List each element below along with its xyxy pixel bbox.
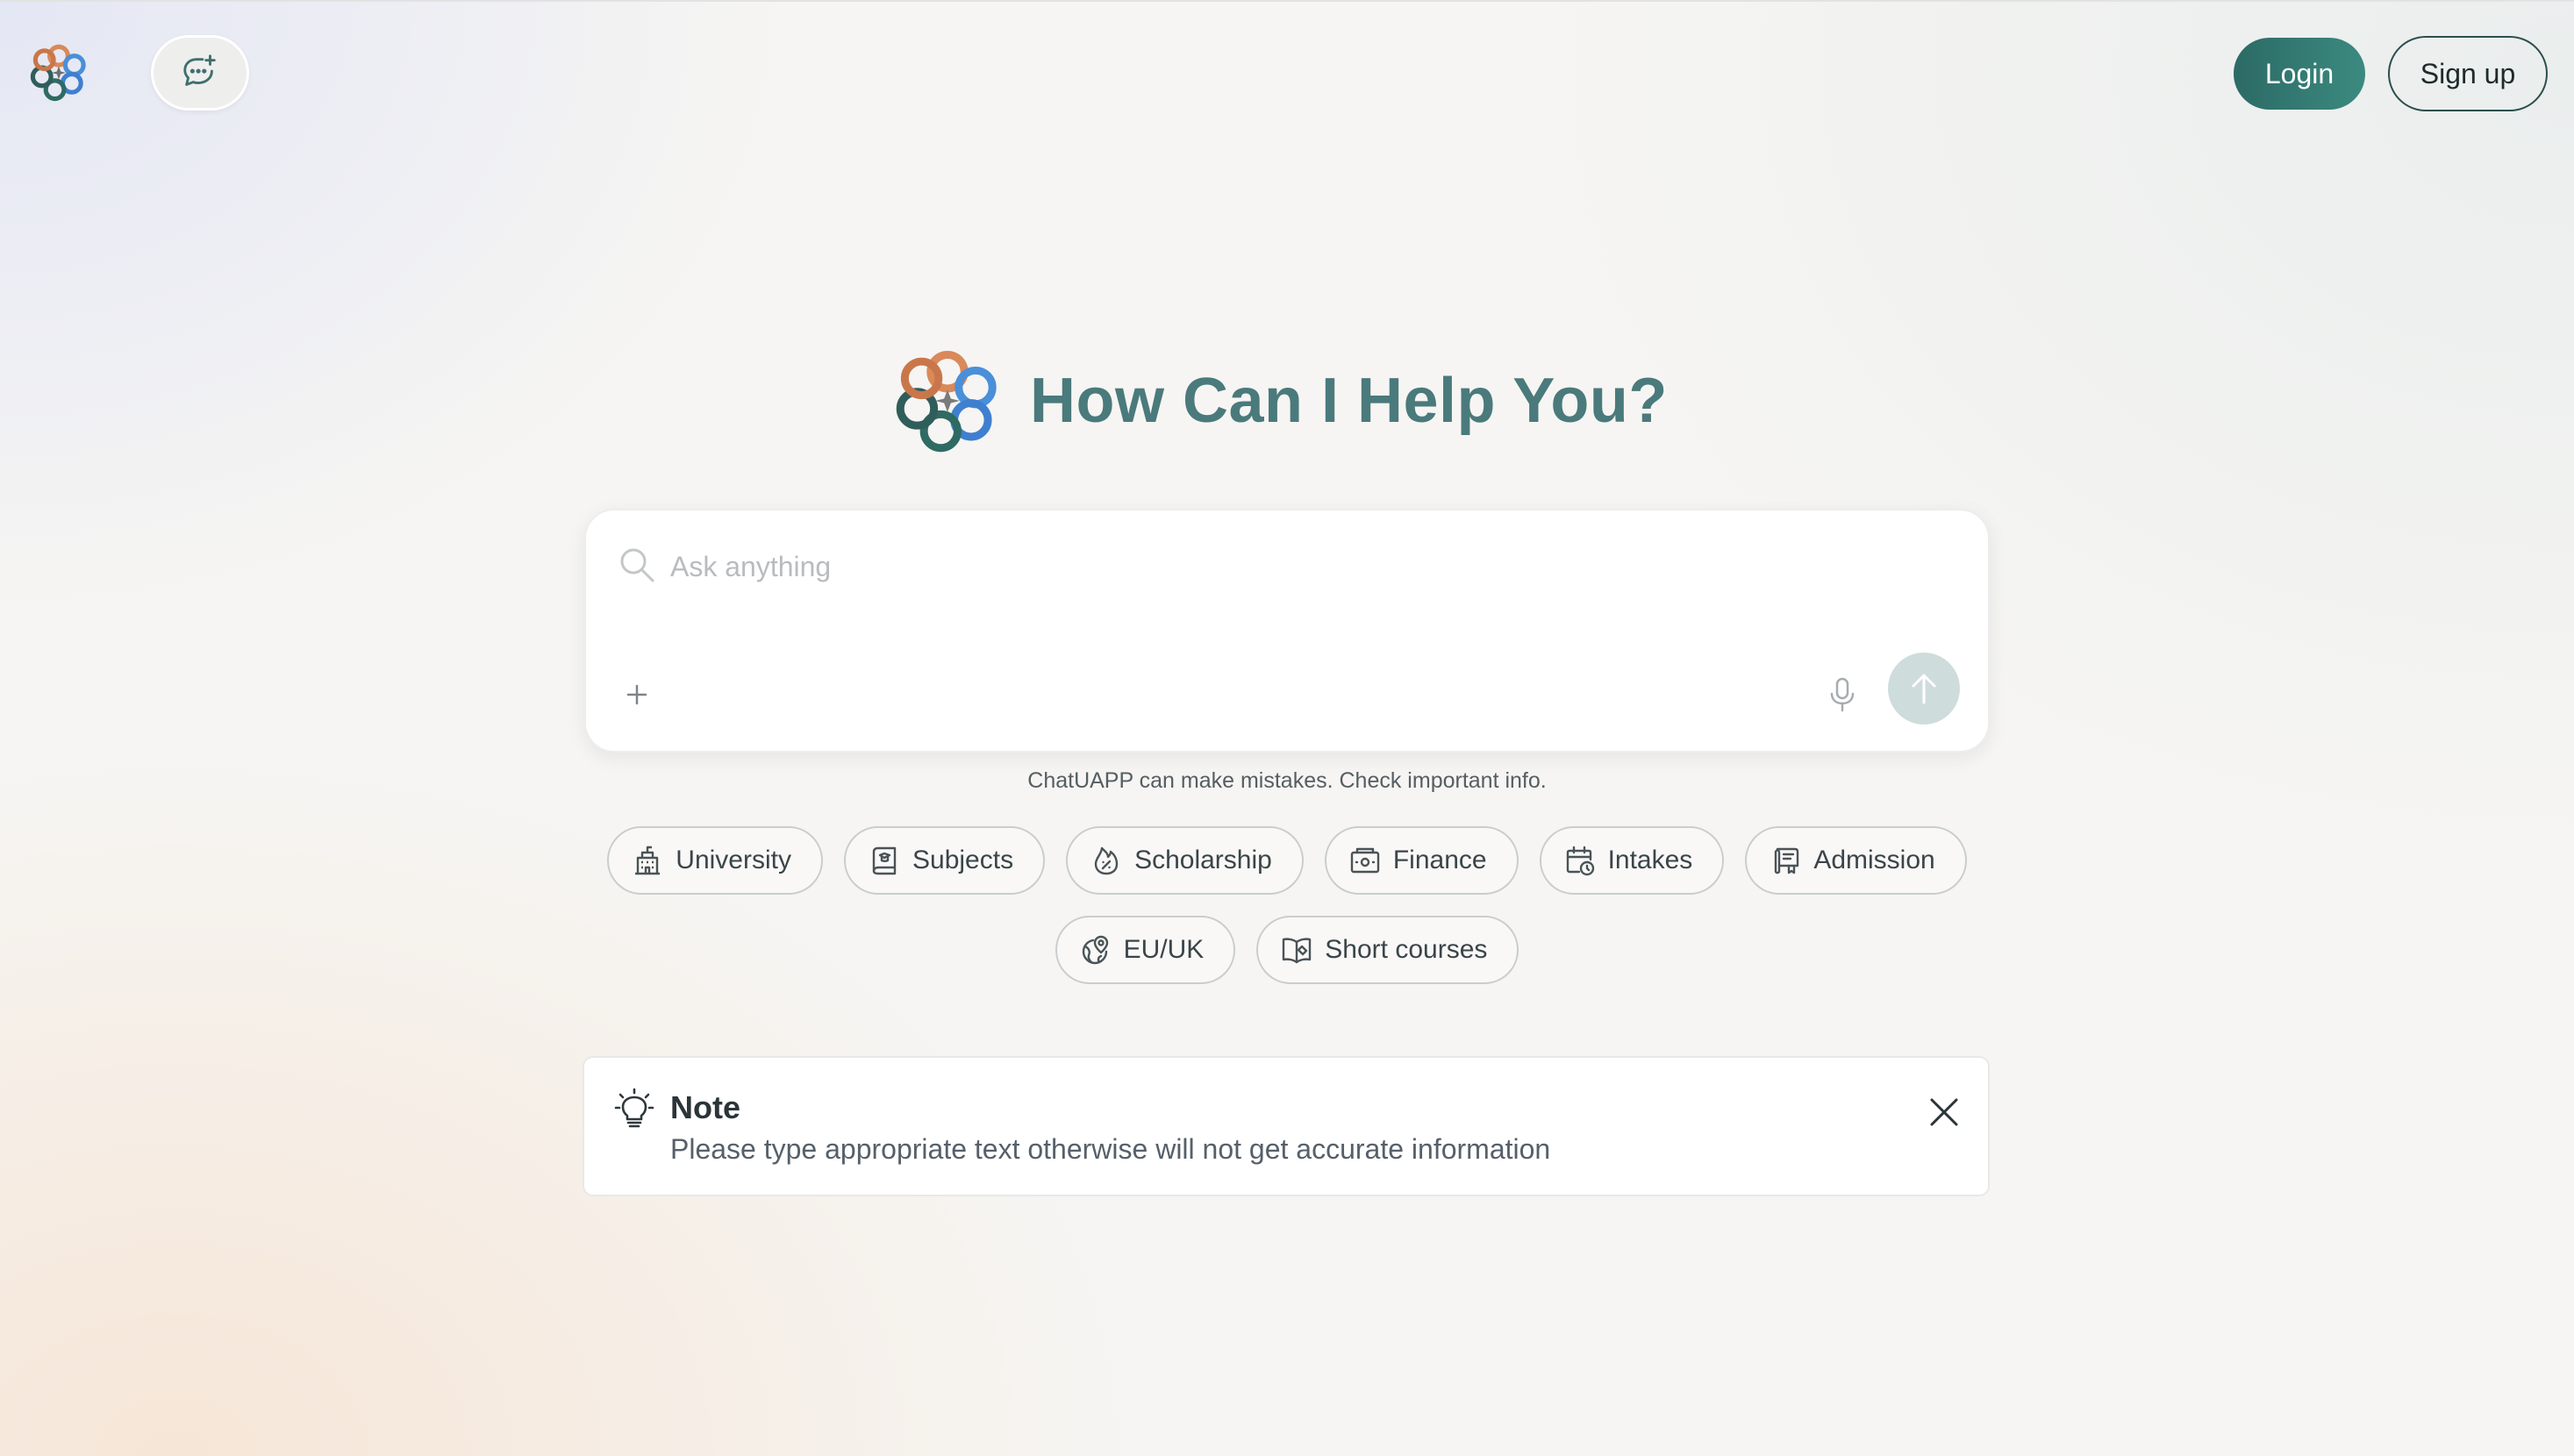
chip-subjects[interactable]: Subjects — [844, 826, 1046, 895]
close-note-button[interactable] — [1920, 1088, 1969, 1137]
new-chat-icon — [183, 54, 216, 86]
hero: How Can I Help You? — [891, 344, 1668, 458]
attach-button[interactable] — [612, 670, 661, 719]
chip-scholarship[interactable]: Scholarship — [1066, 826, 1304, 895]
microphone-icon — [1830, 677, 1855, 712]
money-flame-icon — [1094, 846, 1119, 875]
chip-label: Admission — [1813, 846, 1935, 874]
chip-label: EU/UK — [1123, 935, 1205, 964]
close-icon — [1930, 1098, 1958, 1126]
chip-label: University — [676, 846, 791, 874]
new-chat-button[interactable] — [151, 35, 249, 111]
chip-short-courses[interactable]: Short courses — [1256, 916, 1519, 984]
search-input[interactable] — [670, 542, 1898, 591]
note-text: Please type appropriate text otherwise w… — [670, 1133, 1551, 1165]
app-logo-large-icon — [896, 351, 997, 453]
suggestion-chips-row-1: University Subjects Scholarship Finance — [0, 826, 2574, 895]
chip-intakes[interactable]: Intakes — [1539, 826, 1725, 895]
arrow-up-icon — [1912, 674, 1936, 704]
chip-eu-uk[interactable]: EU/UK — [1055, 916, 1236, 984]
building-icon — [635, 846, 661, 875]
chip-finance[interactable]: Finance — [1324, 826, 1519, 895]
book-icon — [872, 846, 897, 875]
app-logo-icon[interactable] — [26, 40, 91, 105]
search-icon — [620, 548, 654, 582]
send-button[interactable] — [1888, 653, 1960, 724]
lightbulb-icon — [614, 1088, 654, 1128]
chip-label: Subjects — [912, 846, 1014, 874]
plus-icon — [626, 684, 647, 705]
signup-button[interactable]: Sign up — [2388, 36, 2548, 111]
chip-label: Intakes — [1607, 846, 1693, 874]
open-book-icon — [1283, 938, 1312, 964]
chip-label: Scholarship — [1134, 846, 1272, 874]
disclaimer-text: ChatUAPP can make mistakes. Check import… — [1027, 768, 1547, 793]
calendar-clock-icon — [1566, 846, 1594, 876]
chip-university[interactable]: University — [607, 826, 823, 895]
top-bar: Login Sign up — [0, 0, 2574, 140]
globe-pin-icon — [1082, 935, 1108, 965]
chip-admission[interactable]: Admission — [1745, 826, 1967, 895]
wallet-icon — [1350, 847, 1380, 874]
suggestion-chips-row-2: EU/UK Short courses — [0, 916, 2574, 984]
note-title: Note — [670, 1089, 740, 1125]
diploma-icon — [1775, 847, 1799, 874]
note-banner: Note Please type appropriate text otherw… — [583, 1056, 1990, 1196]
voice-input-button[interactable] — [1816, 668, 1869, 721]
chip-label: Finance — [1392, 846, 1487, 874]
chat-input-box — [584, 509, 1990, 753]
login-button[interactable]: Login — [2234, 38, 2365, 110]
chip-label: Short courses — [1325, 935, 1488, 964]
page-title: How Can I Help You? — [1030, 366, 1668, 436]
